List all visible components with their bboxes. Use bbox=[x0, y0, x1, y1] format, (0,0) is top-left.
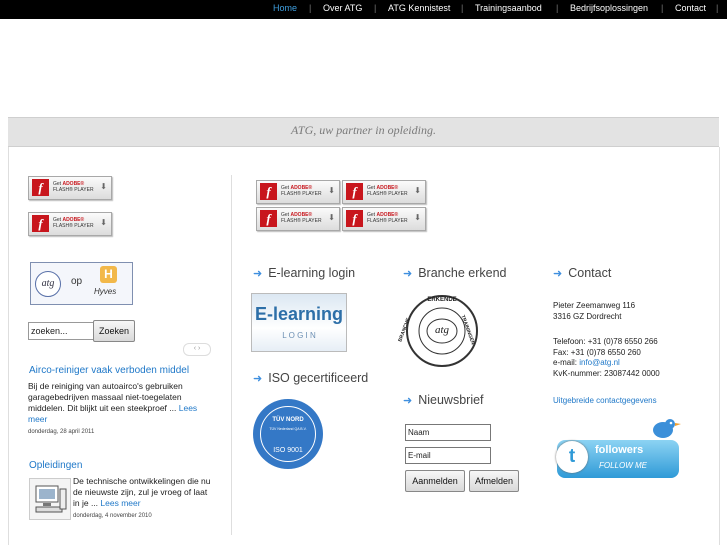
read-more-link[interactable]: Lees meer bbox=[100, 498, 140, 508]
frame-line-right bbox=[719, 147, 720, 545]
section-heading-branche: ➜ Branche erkend bbox=[403, 266, 507, 280]
column-divider bbox=[231, 175, 232, 535]
flash-icon: f bbox=[32, 179, 49, 196]
elearning-logo-text: E-learning bbox=[254, 304, 343, 324]
arrow-right-icon: ➜ bbox=[253, 268, 263, 280]
arrow-right-icon: ➜ bbox=[403, 268, 413, 280]
section-heading-contact: ➜ Contact bbox=[553, 266, 612, 280]
nav-contact[interactable]: Contact bbox=[675, 3, 706, 13]
seal-ring-top: ERKENDE bbox=[427, 297, 457, 303]
flash-icon: f bbox=[260, 210, 277, 227]
hyves-op-text: op bbox=[71, 276, 83, 287]
contact-details-link[interactable]: Uitgebreide contactgegevens bbox=[553, 396, 657, 407]
flash-badge-text: Get ADOBE® FLASH® PLAYER bbox=[367, 185, 408, 197]
hyves-icon: H bbox=[100, 266, 117, 283]
news-title[interactable]: Opleidingen bbox=[29, 460, 82, 471]
news-date: donderdag, 4 november 2010 bbox=[73, 513, 152, 519]
news-thumbnail bbox=[29, 478, 71, 520]
unsubscribe-button[interactable]: Afmelden bbox=[469, 470, 519, 492]
arrow-right-icon: ➜ bbox=[403, 395, 413, 407]
contact-kvk: KvK-nummer: 23087442 0000 bbox=[553, 368, 660, 378]
download-arrow-icon: ⬇ bbox=[328, 186, 335, 195]
flash-player-badge[interactable]: f Get ADOBE® FLASH® PLAYER ⬇ bbox=[256, 180, 340, 204]
arrow-right-icon: ➜ bbox=[253, 373, 263, 385]
twitter-followers-text: followers bbox=[595, 444, 644, 456]
iso-certificate-logo: TÜV NORD TÜV Nederland QA B.V. ISO 9001 bbox=[253, 399, 323, 469]
flash-player-badge[interactable]: f Get ADOBE® FLASH® PLAYER ⬇ bbox=[342, 180, 426, 204]
nav-separator: | bbox=[374, 3, 377, 13]
news-body: Bij de reiniging van autoairco's gebruik… bbox=[28, 381, 198, 424]
nav-separator: | bbox=[716, 3, 719, 13]
flash-icon: f bbox=[32, 215, 49, 232]
frame-line-left bbox=[8, 147, 9, 545]
contact-address: Pieter Zeemanweg 116 3316 GZ Dordrecht bbox=[553, 301, 635, 322]
nav-separator: | bbox=[661, 3, 664, 13]
flash-badge-text: Get ADOBE® FLASH® PLAYER bbox=[53, 217, 94, 229]
news-title[interactable]: Airco-reiniger vaak verboden middel bbox=[29, 365, 189, 376]
search-input[interactable]: zoeken... bbox=[28, 322, 94, 340]
download-arrow-icon: ⬇ bbox=[100, 218, 107, 227]
news-body: De technische ontwikkelingen die nu de n… bbox=[73, 476, 211, 508]
contact-email-link[interactable]: info@atg.nl bbox=[579, 358, 620, 367]
nav-trainingsaanbod[interactable]: Trainingsaanbod bbox=[475, 3, 542, 13]
twitter-follow-badge[interactable]: t followers FOLLOW ME bbox=[553, 416, 683, 482]
contact-details: Telefoon: +31 (0)78 6550 266 Fax: +31 (0… bbox=[553, 337, 660, 379]
section-heading-nieuwsbrief: ➜ Nieuwsbrief bbox=[403, 393, 484, 407]
flash-player-badge[interactable]: f Get ADOBE® FLASH® PLAYER ⬇ bbox=[342, 207, 426, 231]
download-arrow-icon: ⬇ bbox=[100, 182, 107, 191]
tuv-nord-text: TÜV NORD bbox=[272, 417, 304, 423]
hyves-label: Hyves bbox=[94, 287, 117, 296]
flash-icon: f bbox=[346, 183, 363, 200]
newsletter-email-field[interactable]: E-mail bbox=[405, 447, 491, 464]
computer-icon bbox=[35, 485, 67, 513]
section-heading-iso: ➜ ISO gecertificeerd bbox=[253, 371, 369, 385]
flash-badge-text: Get ADOBE® FLASH® PLAYER bbox=[281, 185, 322, 197]
twitter-t-icon: t bbox=[556, 441, 588, 473]
nav-separator: | bbox=[556, 3, 559, 13]
iso-9001-text: ISO 9001 bbox=[273, 447, 303, 454]
contact-fax: Fax: +31 (0)78 6550 260 bbox=[553, 347, 641, 357]
download-arrow-icon: ⬇ bbox=[328, 213, 335, 222]
nav-separator: | bbox=[309, 3, 312, 13]
search-button[interactable]: Zoeken bbox=[93, 320, 135, 342]
nav-over-atg[interactable]: Over ATG bbox=[323, 3, 362, 13]
section-heading-elearning: ➜ E-learning login bbox=[253, 266, 356, 280]
tagline: ATG, uw partner in opleiding. bbox=[291, 123, 436, 137]
contact-email-row: e-mail: info@atg.nl bbox=[553, 358, 620, 367]
nav-bedrijfsoplossingen[interactable]: Bedrijfsoplossingen bbox=[570, 3, 648, 13]
elearning-login-banner[interactable]: E-learning L O G I N bbox=[251, 293, 347, 352]
flash-player-badge[interactable]: f Get ADOBE® FLASH® PLAYER ⬇ bbox=[28, 176, 112, 200]
contact-city: 3316 GZ Dordrecht bbox=[553, 311, 622, 321]
contact-phone: Telefoon: +31 (0)78 6550 266 bbox=[553, 337, 658, 346]
elearning-login-text: L O G I N bbox=[282, 331, 316, 340]
nav-atg-kennistest[interactable]: ATG Kennistest bbox=[388, 3, 450, 13]
twitter-follow-me-text: FOLLOW ME bbox=[599, 461, 648, 470]
nav-home[interactable]: Home bbox=[273, 3, 297, 13]
flash-player-badge[interactable]: f Get ADOBE® FLASH® PLAYER ⬇ bbox=[28, 212, 112, 236]
tuv-subtext: TÜV Nederland QA B.V. bbox=[269, 427, 307, 431]
arrow-right-icon: ➜ bbox=[553, 268, 563, 280]
hyves-banner[interactable]: atg op H Hyves bbox=[30, 262, 133, 305]
contact-street: Pieter Zeemanweg 116 bbox=[553, 301, 636, 310]
nav-separator: | bbox=[461, 3, 464, 13]
news-date: donderdag, 28 april 2011 bbox=[28, 429, 95, 435]
flash-badge-text: Get ADOBE® FLASH® PLAYER bbox=[53, 181, 94, 193]
download-arrow-icon: ⬇ bbox=[414, 186, 421, 195]
flash-badge-text: Get ADOBE® FLASH® PLAYER bbox=[367, 212, 408, 224]
download-arrow-icon: ⬇ bbox=[414, 213, 421, 222]
atg-logo: atg bbox=[35, 271, 61, 297]
news-pager[interactable]: ‹ › bbox=[183, 343, 211, 356]
seal-center-text: atg bbox=[434, 324, 450, 336]
tagline-band: ATG, uw partner in opleiding. bbox=[8, 117, 719, 147]
branche-erkend-logo: ERKENDE BRANCHE TRAININGEN atg bbox=[397, 294, 479, 368]
flash-icon: f bbox=[260, 183, 277, 200]
flash-badge-text: Get ADOBE® FLASH® PLAYER bbox=[281, 212, 322, 224]
subscribe-button[interactable]: Aanmelden bbox=[405, 470, 465, 492]
newsletter-name-field[interactable]: Naam bbox=[405, 424, 491, 441]
flash-icon: f bbox=[346, 210, 363, 227]
flash-player-badge[interactable]: f Get ADOBE® FLASH® PLAYER ⬇ bbox=[256, 207, 340, 231]
top-navigation: Home | Over ATG | ATG Kennistest | Train… bbox=[0, 0, 727, 19]
